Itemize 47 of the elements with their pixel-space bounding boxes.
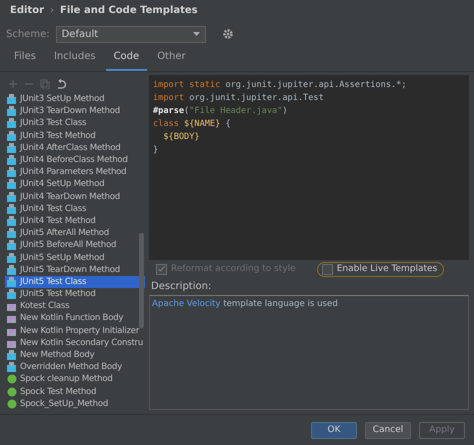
template-item[interactable]: New Kotlin Property Initializer bbox=[5, 324, 145, 337]
template-item[interactable]: New Kotlin Secondary Constru bbox=[5, 336, 145, 349]
ok-button[interactable]: OK bbox=[311, 422, 357, 438]
template-item[interactable]: JUnit5 BeforeAll Method bbox=[5, 239, 145, 252]
breadcrumb-item: Editor bbox=[10, 4, 44, 16]
tab[interactable]: Code bbox=[106, 49, 148, 71]
scheme-dropdown[interactable]: Default bbox=[56, 26, 206, 42]
template-item[interactable]: JUnit4 Test Method bbox=[5, 214, 145, 228]
template-item[interactable]: JUnit5 Test Method bbox=[5, 288, 145, 300]
tab[interactable]: Includes bbox=[46, 49, 104, 71]
template-item[interactable]: JUnit5 AfterAll Method bbox=[5, 227, 145, 240]
template-item[interactable]: JUnit4 AfterClass Method bbox=[5, 142, 145, 154]
scheme-label: Scheme: bbox=[6, 28, 50, 40]
description-label: Description: bbox=[150, 280, 212, 294]
code-editor[interactable]: import static org.junit.jupiter.api.Assertions.*; import org.junit.jupiter.api.Test #parse("File Header.java") class ${NAME} { ${BODY} } bbox=[149, 75, 469, 260]
template-item[interactable]: New Method Body bbox=[5, 348, 145, 362]
code-line: #parse("File Header.java") bbox=[153, 105, 289, 118]
template-item[interactable]: Spock Test Method bbox=[5, 386, 145, 398]
checkbox[interactable]: Enable Live Templates bbox=[316, 262, 444, 276]
breadcrumb-separator: › bbox=[50, 4, 54, 16]
template-item[interactable]: Spock_SetUp_Method bbox=[5, 398, 145, 410]
tab[interactable]: Files bbox=[6, 49, 44, 71]
template-item[interactable]: JUnit5 Test Class bbox=[5, 276, 145, 288]
template-item[interactable]: JUnit4 TearDown Method bbox=[5, 190, 145, 203]
code-line: import org.junit.jupiter.api.Test bbox=[153, 92, 325, 105]
template-item[interactable]: JUnit4 SetUp Method bbox=[5, 178, 145, 190]
template-item[interactable]: JUnit3 Test Class bbox=[5, 117, 145, 130]
template-item[interactable]: Overridden Method Body bbox=[5, 361, 145, 374]
template-item[interactable]: JUnit4 Parameters Method bbox=[5, 166, 145, 178]
breadcrumb-item: File and Code Templates bbox=[60, 4, 198, 16]
template-item[interactable]: JUnit3 SetUp Method bbox=[5, 93, 145, 106]
description-text: Apache Velocity template language is used bbox=[152, 299, 338, 309]
template-item[interactable]: JUnit3 Test Method bbox=[5, 130, 145, 142]
code-line: class ${NAME} { bbox=[153, 118, 232, 131]
template-item[interactable]: New Kotlin Function Body bbox=[5, 312, 145, 325]
code-line: ${BODY} bbox=[162, 131, 201, 144]
template-item[interactable]: JUnit5 SetUp Method bbox=[5, 251, 145, 264]
template-item[interactable]: JUnit4 Test Class bbox=[5, 202, 145, 215]
code-line: import static org.junit.jupiter.api.Assertions.*; bbox=[153, 79, 408, 92]
dialog-button[interactable]: Cancel bbox=[365, 422, 411, 438]
template-item[interactable]: Kotest Class bbox=[5, 300, 145, 312]
template-item[interactable]: JUnit5 TearDown Method bbox=[5, 264, 145, 276]
template-item[interactable]: JUnit3 TearDown Method bbox=[5, 105, 145, 118]
template-item[interactable]: Spock cleanup Method bbox=[5, 373, 145, 386]
template-item[interactable]: JUnit4 BeforeClass Method bbox=[5, 154, 145, 166]
code-line: } bbox=[153, 144, 160, 157]
tab[interactable]: Other bbox=[149, 49, 194, 71]
